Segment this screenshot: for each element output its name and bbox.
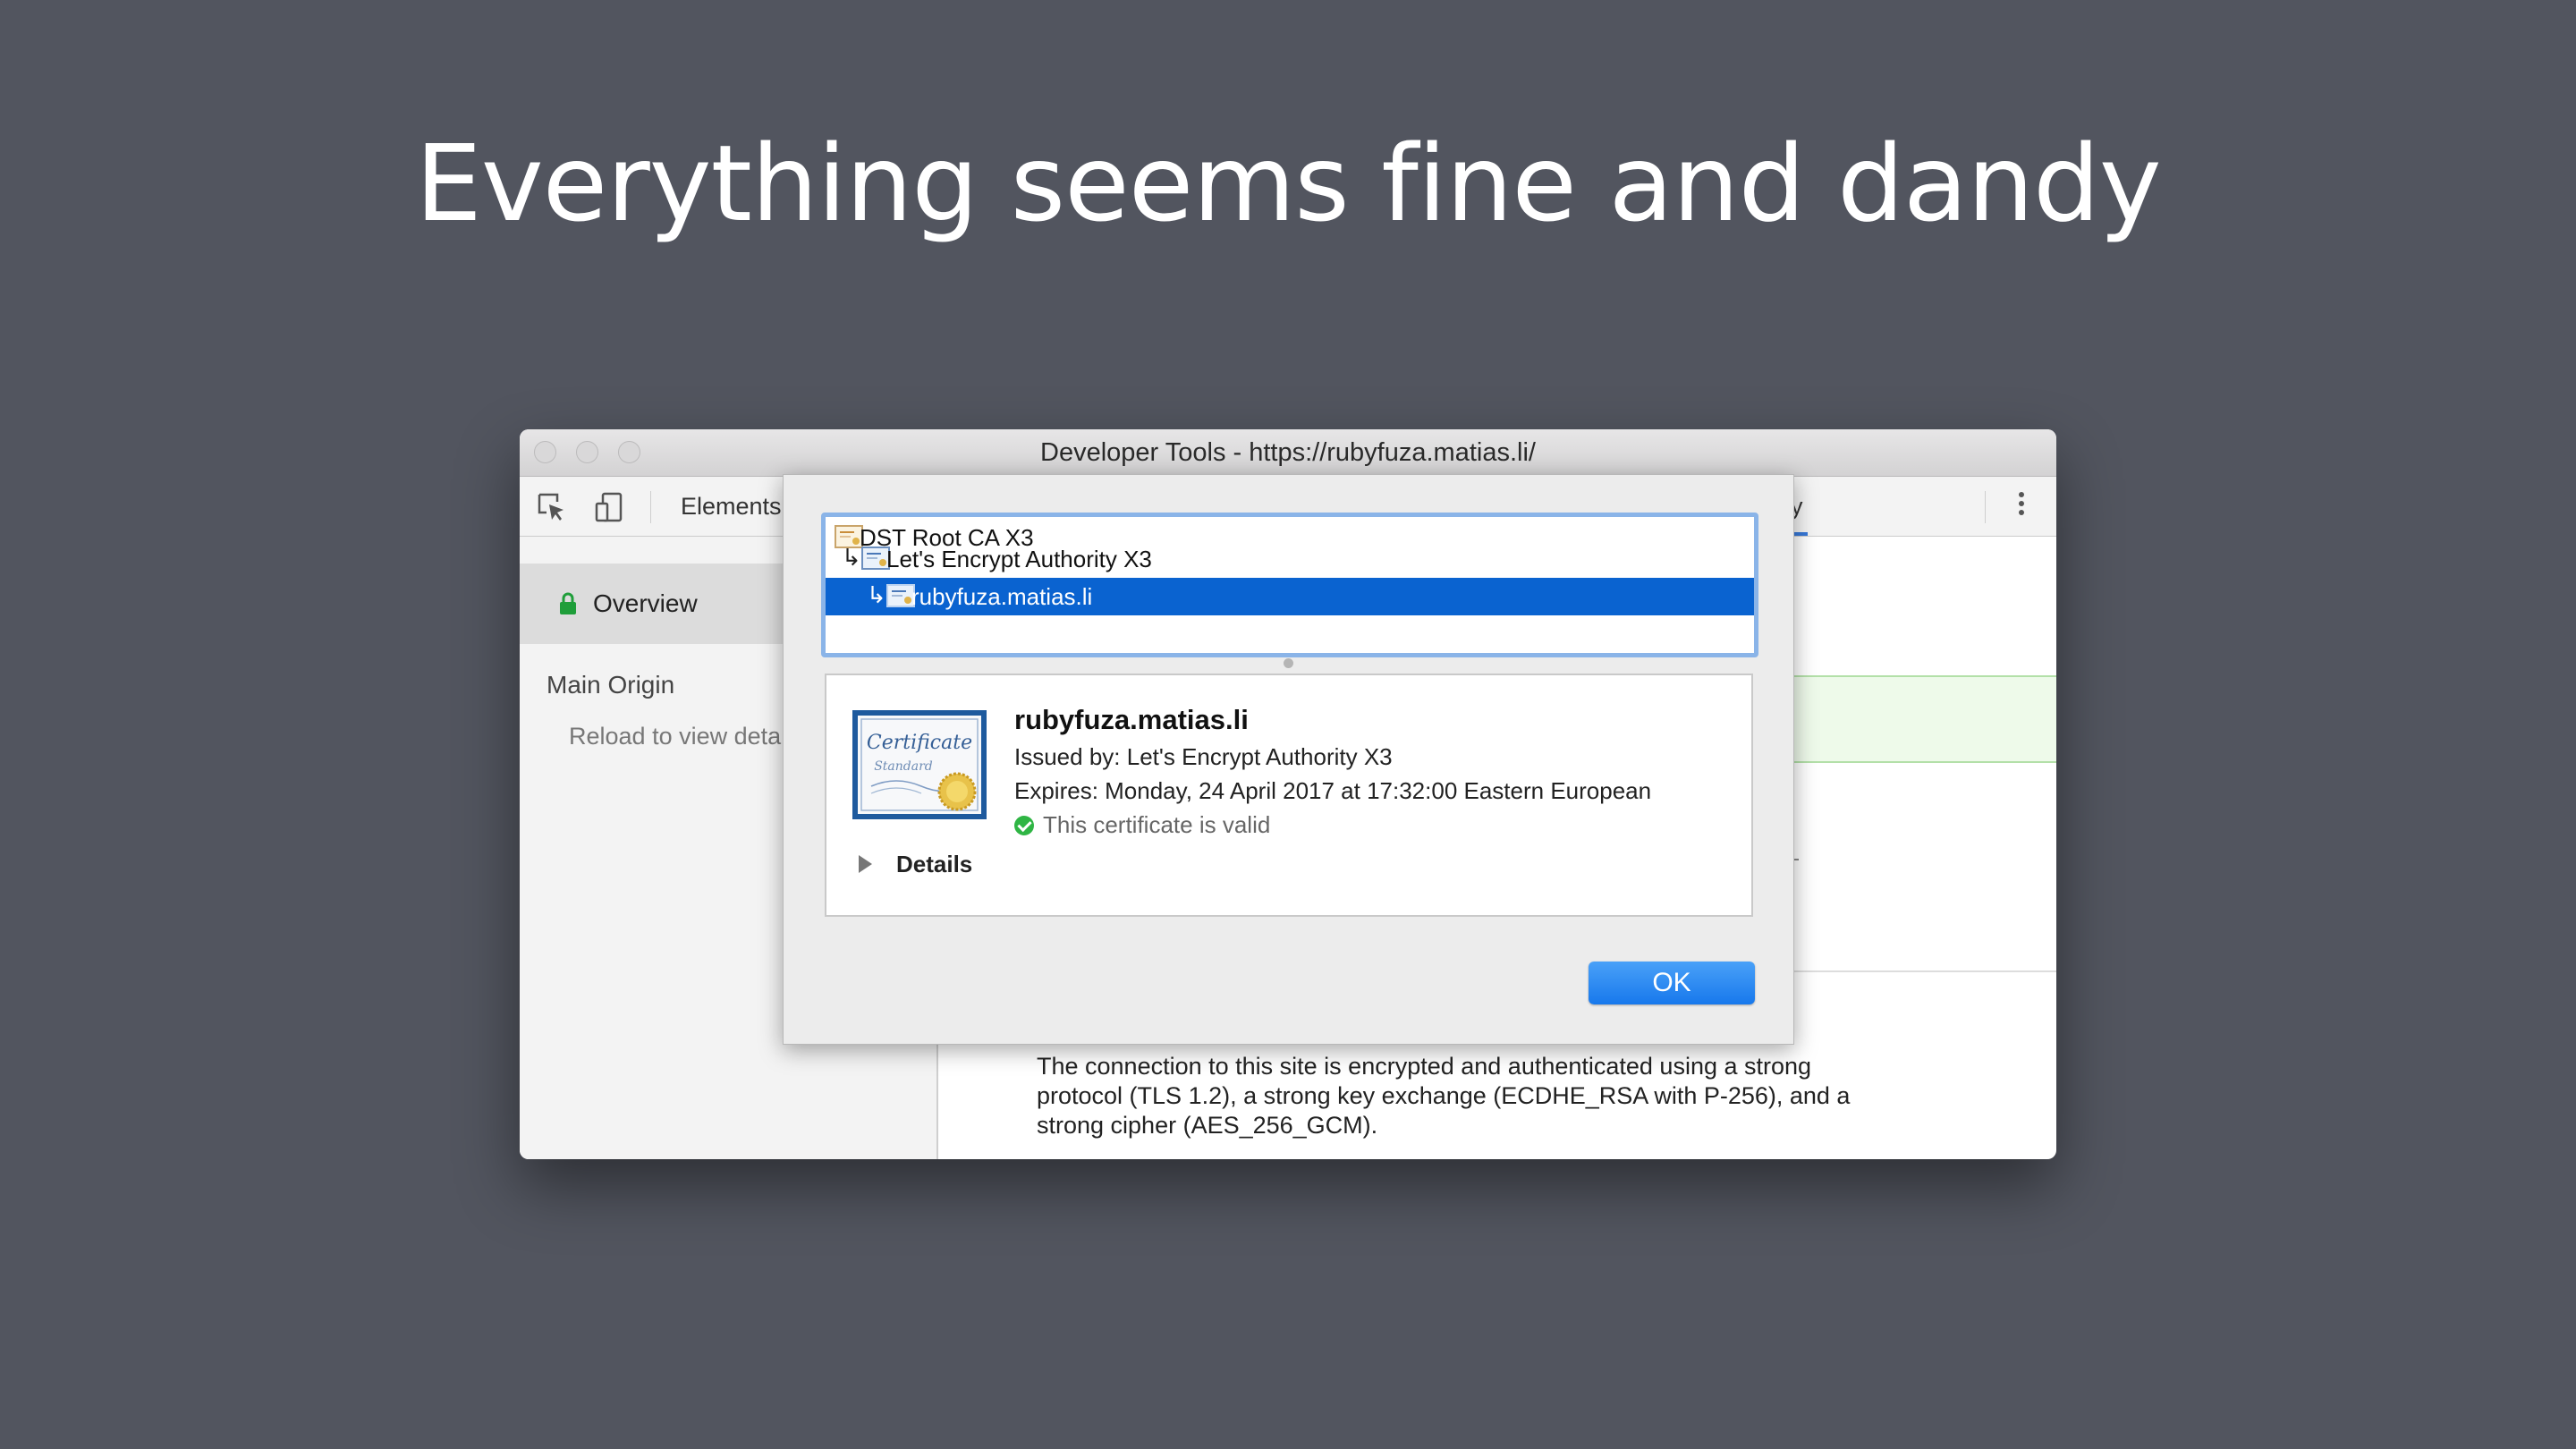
- certificate-expiry: Expires: Monday, 24 April 2017 at 17:32:…: [1014, 777, 1652, 804]
- certificate-icon-subtitle: Standard: [874, 759, 933, 774]
- certificate-details-panel: Certificate Standard rubyfuza.matias.li …: [825, 674, 1753, 917]
- splitter-handle[interactable]: [1284, 658, 1293, 668]
- chain-item-label: rubyfuza.matias.li: [911, 583, 1093, 610]
- details-toggle[interactable]: Details: [896, 851, 972, 878]
- lock-icon: [560, 592, 576, 614]
- chain-arrow-icon: ↳: [842, 544, 861, 571]
- certificate-status-text: This certificate is valid: [1043, 811, 1271, 838]
- chain-item-intermediate-row[interactable]: ↳ Let's Encrypt Authority X3: [826, 540, 1754, 578]
- ok-button[interactable]: OK: [1589, 962, 1755, 1004]
- connection-description: The connection to this site is encrypted…: [1037, 1053, 1851, 1139]
- certificate-sheet: DST Root CA X3 ↳ Let's Encrypt Authority…: [783, 474, 1794, 1045]
- certificate-name: rubyfuza.matias.li: [1014, 704, 1249, 735]
- check-circle-icon: [1014, 816, 1034, 835]
- toolbar-divider: [1985, 491, 1986, 523]
- chain-item-label: Let's Encrypt Authority X3: [886, 546, 1152, 572]
- chain-arrow-icon: ↳: [867, 581, 886, 608]
- certificate-status: This certificate is valid: [1014, 811, 1270, 839]
- window-title: Developer Tools - https://rubyfuza.matia…: [1040, 438, 1536, 467]
- tab-elements[interactable]: Elements: [681, 477, 782, 536]
- certificate-chain-list[interactable]: DST Root CA X3 ↳ Let's Encrypt Authority…: [821, 513, 1758, 657]
- window-titlebar: Developer Tools - https://rubyfuza.matia…: [520, 429, 2056, 477]
- inspect-element-icon[interactable]: [536, 491, 568, 523]
- certificate-issuer: Issued by: Let's Encrypt Authority X3: [1014, 743, 1393, 770]
- content-divider: [1785, 970, 2056, 972]
- reload-hint: Reload to view deta: [569, 723, 782, 750]
- main-origin-heading: Main Origin: [547, 671, 675, 699]
- disclosure-triangle-icon[interactable]: [859, 855, 872, 873]
- certificate-large-icon: Certificate Standard: [852, 710, 987, 819]
- chain-item-leaf[interactable]: ↳ rubyfuza.matias.li: [826, 578, 1754, 615]
- device-toolbar-icon[interactable]: [593, 491, 625, 523]
- secure-summary-strip: [1785, 675, 2056, 763]
- sidebar-item-label: Overview: [593, 589, 698, 617]
- slide-title: Everything seems fine and dandy: [415, 122, 2161, 245]
- certificate-icon-title: Certificate: [867, 732, 972, 754]
- more-options-icon[interactable]: [2015, 489, 2028, 525]
- toolbar-divider: [650, 491, 651, 523]
